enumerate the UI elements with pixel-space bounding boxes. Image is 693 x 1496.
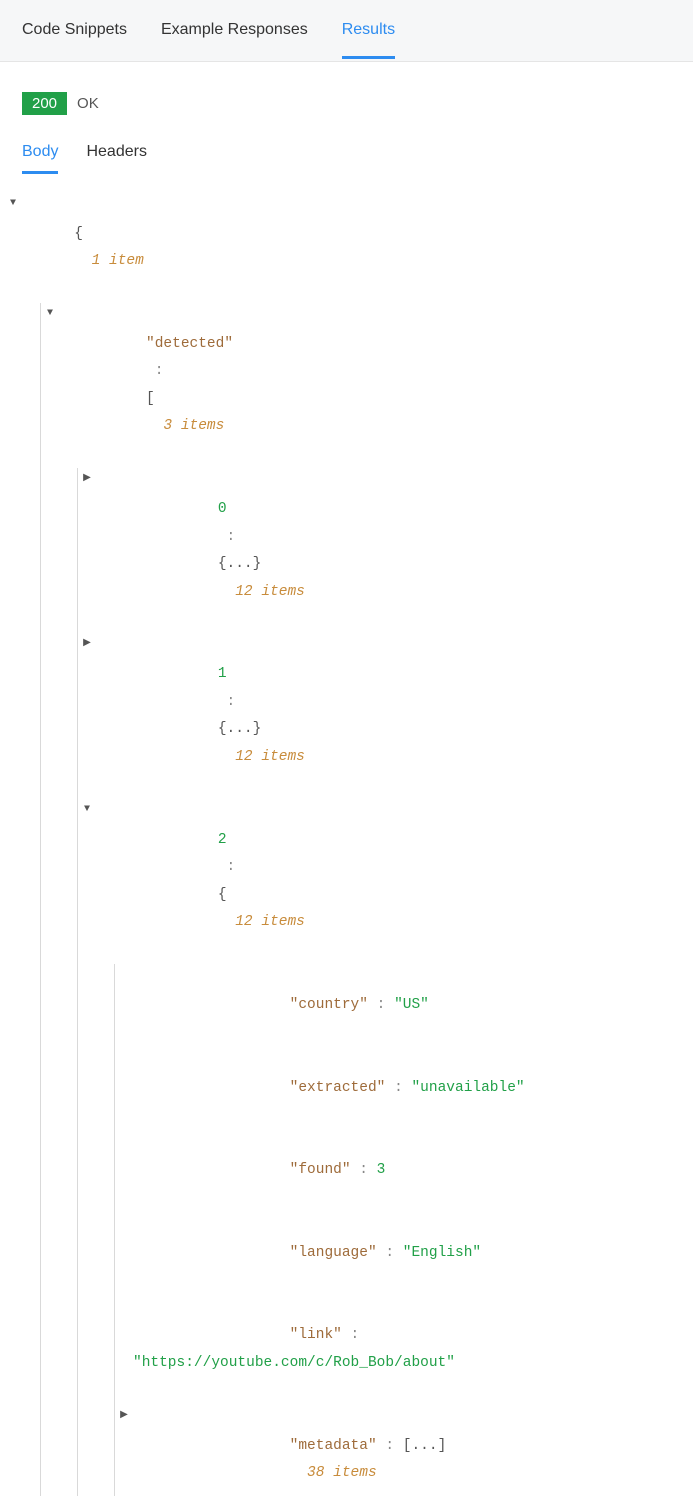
sub-tabs: Body Headers: [0, 133, 693, 175]
index-2: 2: [218, 832, 227, 848]
toggle-detected[interactable]: ▼: [44, 307, 56, 319]
kv-link: "link" : "https://youtube.com/c/Rob_Bob/…: [133, 1295, 671, 1405]
item2-hint: 12 items: [235, 914, 305, 930]
kv-metadata: ▶ "metadata" : [...] 38 items: [133, 1405, 671, 1496]
detected-hint: 3 items: [163, 418, 224, 434]
key-detected: "detected": [146, 336, 233, 352]
status-text: OK: [77, 95, 99, 112]
json-detected: ▼ "detected" : [ 3 items ▶ 0 : {...}: [59, 303, 671, 1496]
toggle-item-1[interactable]: ▶: [81, 638, 93, 650]
json-tree: ▼ { 1 item ▼ "detected" : [ 3 items ▶: [0, 175, 693, 1496]
metadata-hint: 38 items: [307, 1465, 377, 1481]
toggle-metadata[interactable]: ▶: [118, 1409, 130, 1421]
tab-results[interactable]: Results: [342, 3, 395, 59]
json-item-2: ▼ 2 : { 12 items "country" : "US": [96, 799, 671, 1496]
json-item-0: ▶ 0 : {...} 12 items: [96, 468, 671, 633]
kv-language: "language" : "English": [133, 1212, 671, 1295]
kv-extracted: "extracted" : "unavailable": [133, 1047, 671, 1130]
brace-open: {: [74, 226, 83, 242]
tab-example-responses[interactable]: Example Responses: [161, 3, 308, 59]
index-1: 1: [218, 666, 227, 682]
kv-country: "country" : "US": [133, 964, 671, 1047]
kv-found: "found" : 3: [133, 1130, 671, 1213]
item0-hint: 12 items: [235, 584, 305, 600]
json-root: ▼ { 1 item ▼ "detected" : [ 3 items ▶: [22, 193, 671, 1496]
top-tabs: Code Snippets Example Responses Results: [0, 0, 693, 62]
index-0: 0: [218, 501, 227, 517]
tab-code-snippets[interactable]: Code Snippets: [22, 3, 127, 59]
root-hint: 1 item: [92, 253, 144, 269]
status-code-badge: 200: [22, 92, 67, 115]
subtab-body[interactable]: Body: [22, 133, 58, 174]
status-row: 200 OK: [0, 62, 693, 127]
toggle-item-0[interactable]: ▶: [81, 472, 93, 484]
toggle-item-2[interactable]: ▼: [81, 803, 93, 815]
subtab-headers[interactable]: Headers: [86, 133, 146, 174]
item1-hint: 12 items: [235, 749, 305, 765]
toggle-root[interactable]: ▼: [7, 197, 19, 209]
json-item-1: ▶ 1 : {...} 12 items: [96, 634, 671, 799]
